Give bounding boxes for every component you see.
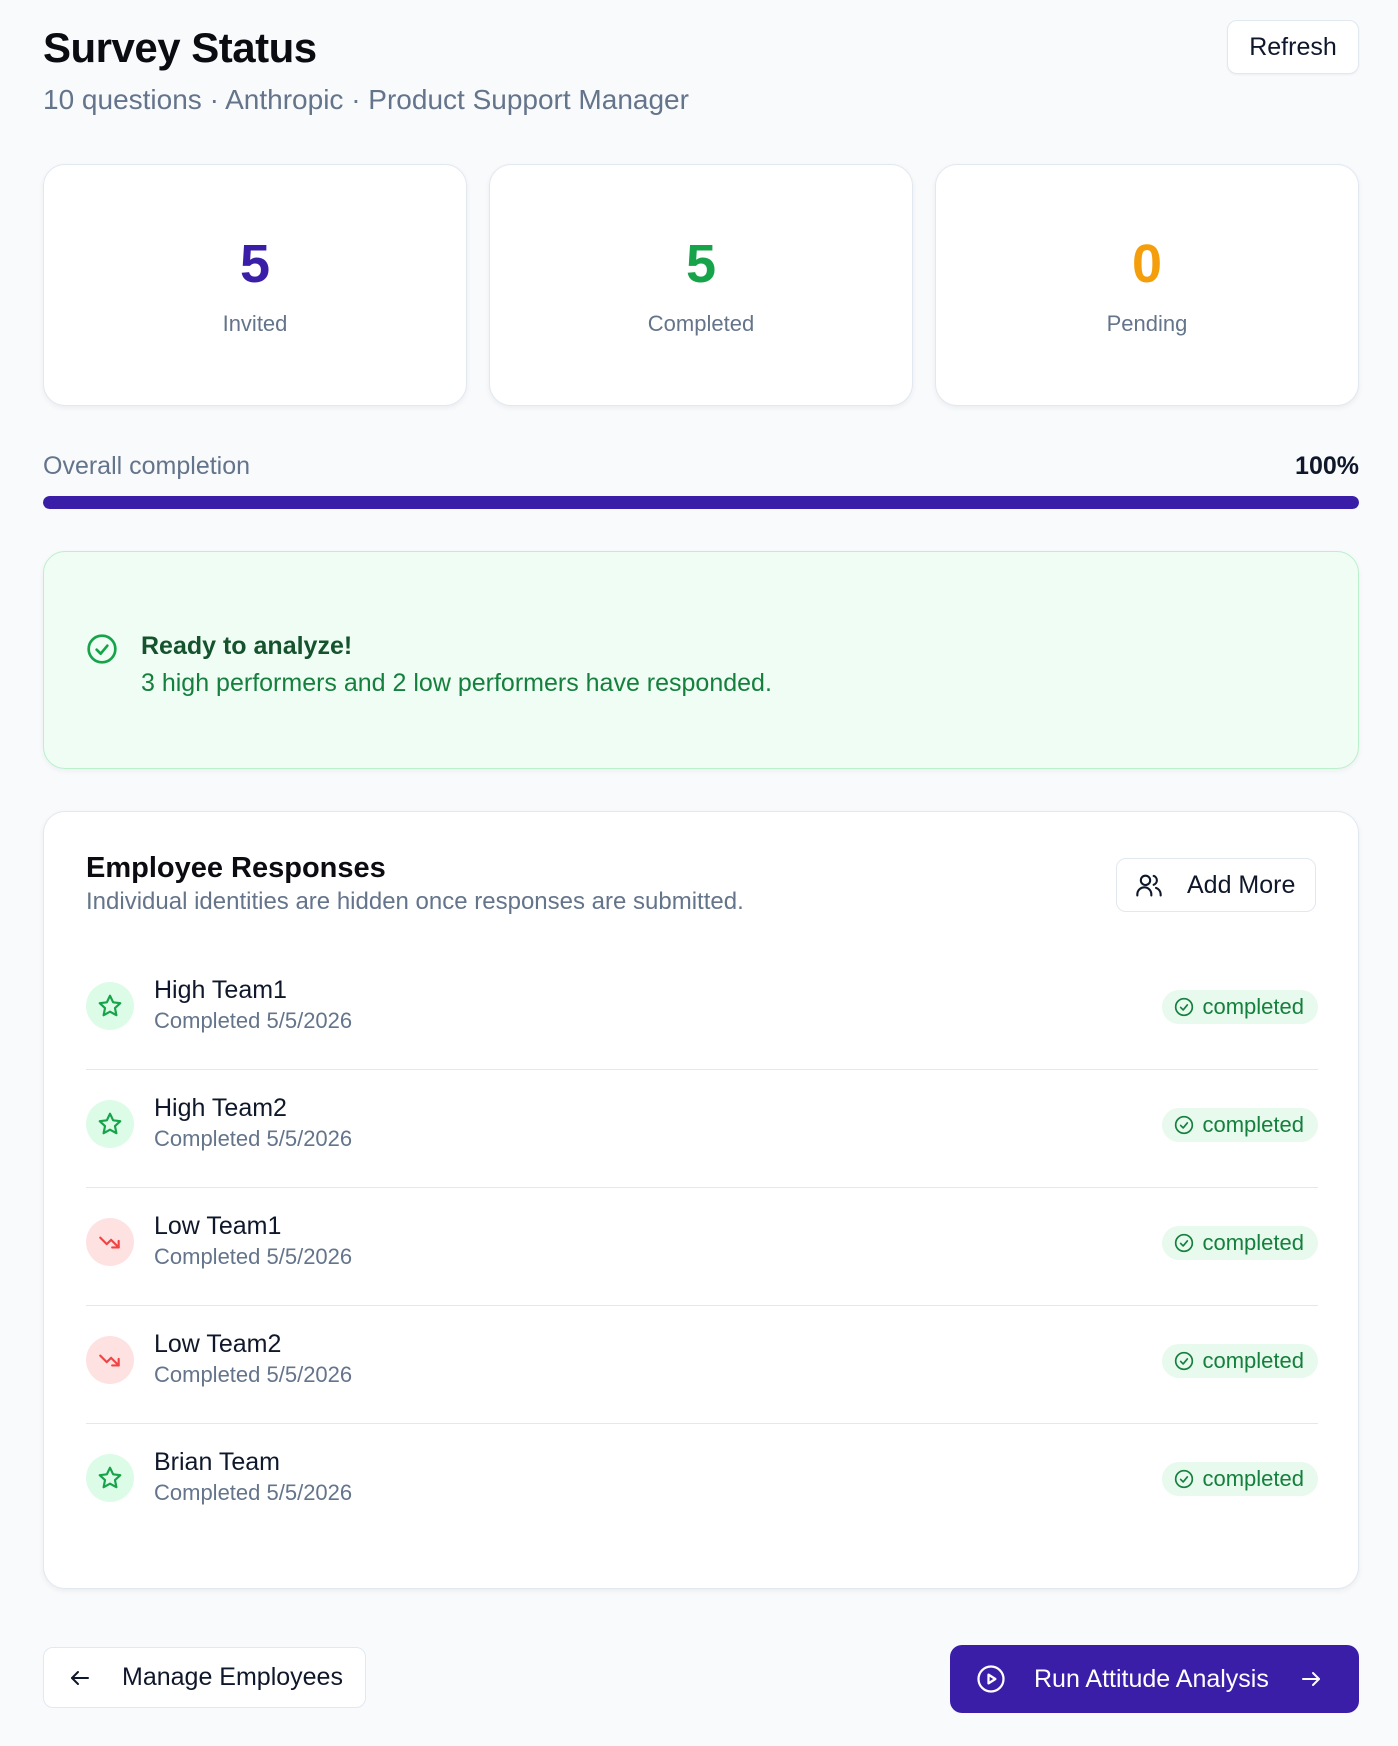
avatar [86,982,134,1030]
ready-banner: Ready to analyze! 3 high performers and … [43,551,1359,769]
arrow-right-icon [1301,1672,1320,1686]
stat-label: Pending [1106,311,1188,336]
star-icon [98,1112,122,1135]
employee-name: Low Team2 [154,1330,282,1358]
employee-name: Brian Team [154,1448,280,1476]
avatar [86,1454,134,1502]
header: Survey Status 10 questions · Anthropic ·… [43,20,1359,120]
ready-title: Ready to analyze! [141,632,353,660]
completed-date: Completed 5/5/2026 [154,1008,353,1033]
stat-card-pending: 0 Pending [935,164,1359,406]
responses-title: Employee Responses [86,852,386,884]
status-badge: completed [1162,1462,1318,1496]
run-attitude-analysis-button[interactable]: Run Attitude Analysis [950,1645,1359,1713]
star-icon [98,994,122,1017]
avatar [86,1218,134,1266]
completed-date: Completed 5/5/2026 [154,1362,353,1387]
list-item: Low Team1 Completed 5/5/2026 completed [86,1188,1318,1306]
check-circle-icon [1175,1469,1194,1489]
employee-name: High Team2 [154,1094,287,1122]
add-more-label: Add More [1187,870,1296,899]
responses-list: High Team1 Completed 5/5/2026 completed … [86,952,1318,1542]
trending-down-icon [99,1354,120,1367]
page-title: Survey Status [43,24,317,71]
stat-label: Completed [647,311,755,336]
responses-subtitle: Individual identities are hidden once re… [86,888,744,915]
status-badge: completed [1162,1108,1318,1142]
manage-employees-label: Manage Employees [122,1663,343,1691]
progress-percent: 100% [1295,452,1359,480]
status-badge: completed [1162,990,1318,1024]
stat-value: 5 [239,234,271,294]
status-text: completed [1202,1348,1304,1373]
status-text: completed [1202,1230,1304,1255]
avatar [86,1100,134,1148]
employee-name: High Team1 [154,976,287,1004]
progress-bar [43,496,1359,509]
progress-label: Overall completion [43,452,251,480]
manage-employees-button[interactable]: Manage Employees [43,1647,366,1708]
status-badge: completed [1162,1344,1318,1378]
play-circle-icon [977,1665,1005,1693]
refresh-button[interactable]: Refresh [1227,20,1359,74]
list-item: Brian Team Completed 5/5/2026 completed [86,1424,1318,1542]
progress-fill [43,496,1359,509]
status-text: completed [1202,994,1304,1019]
add-more-button[interactable]: Add More [1116,858,1316,912]
list-item: High Team1 Completed 5/5/2026 completed [86,952,1318,1070]
completed-date: Completed 5/5/2026 [154,1480,353,1505]
status-text: completed [1202,1466,1304,1491]
check-circle-icon [1175,997,1194,1017]
completed-date: Completed 5/5/2026 [154,1126,353,1151]
list-item: High Team2 Completed 5/5/2026 completed [86,1070,1318,1188]
page-subtitle: 10 questions · Anthropic · Product Suppo… [43,84,689,115]
ready-text: 3 high performers and 2 low performers h… [141,669,772,697]
stat-label: Invited [222,311,288,336]
users-icon [1136,874,1162,897]
completed-date: Completed 5/5/2026 [154,1244,353,1269]
stat-value: 5 [685,234,717,294]
arrow-left-icon [71,1670,89,1685]
check-circle-icon [1175,1115,1194,1135]
employee-responses-card: Employee Responses Individual identities… [43,811,1359,1589]
stats-row: 5 Invited 5 Completed 0 Pending [43,164,1359,406]
avatar [86,1336,134,1384]
stat-card-invited: 5 Invited [43,164,467,406]
list-item: Low Team2 Completed 5/5/2026 completed [86,1306,1318,1424]
trending-down-icon [99,1236,120,1249]
star-icon [98,1466,122,1489]
status-text: completed [1202,1112,1304,1137]
employee-name: Low Team1 [154,1212,282,1240]
check-circle-icon [1175,1233,1194,1253]
check-circle-icon [87,634,117,664]
stat-card-completed: 5 Completed [489,164,913,406]
run-analysis-label: Run Attitude Analysis [1034,1664,1269,1693]
stat-value: 0 [1131,234,1163,294]
survey-status-page: Survey Status 10 questions · Anthropic ·… [43,0,1359,1746]
status-badge: completed [1162,1226,1318,1260]
check-circle-icon [1175,1351,1194,1371]
